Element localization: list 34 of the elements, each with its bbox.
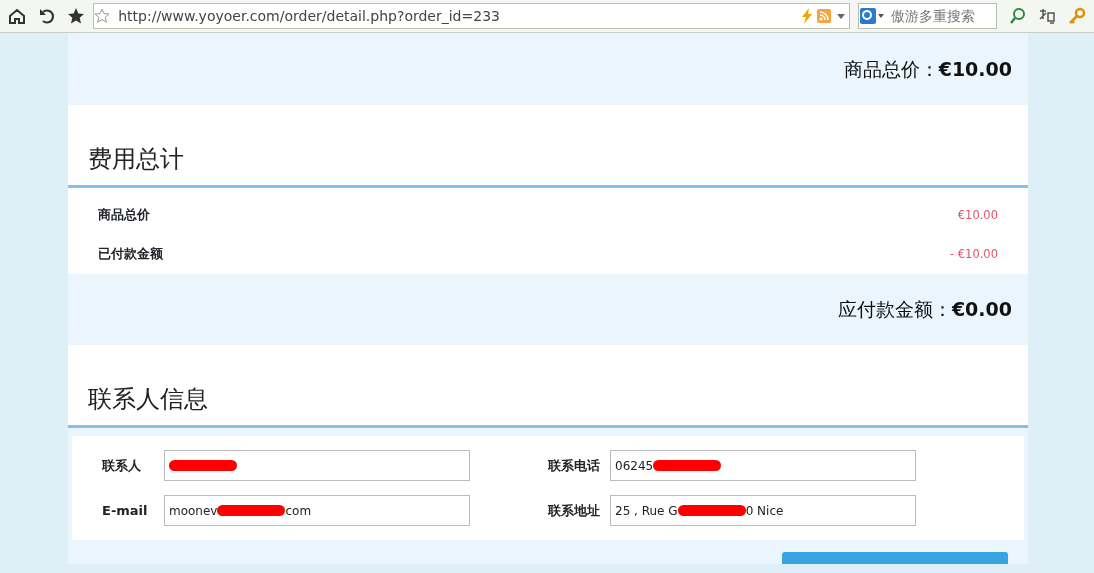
- input-field[interactable]: 25 , Rue G 0 Nice: [610, 495, 916, 526]
- fee-amount: €10.00: [957, 206, 998, 224]
- input-field[interactable]: moonev com: [164, 495, 470, 526]
- field-value: moonev: [169, 502, 218, 520]
- search-engine-icon[interactable]: [859, 7, 886, 25]
- field-label: 联系人: [102, 456, 142, 475]
- total-label: 商品总价：: [843, 56, 939, 82]
- field-label: 联系地址: [548, 501, 601, 520]
- url-text: http://www.yoyoer.com/order/detail.php?order_id=233: [118, 6, 501, 26]
- fee-label: 已付款金额: [98, 245, 163, 264]
- fee-label: 商品总价: [98, 206, 150, 225]
- star-icon[interactable]: [67, 7, 86, 25]
- home-icon[interactable]: [7, 7, 26, 25]
- amount-due-value: €0.00: [951, 297, 1012, 323]
- refresh-magnifier-icon[interactable]: [1008, 7, 1027, 25]
- amount-due-label: 应付款金额：: [837, 297, 952, 323]
- total-amount: €10.00: [938, 56, 1012, 82]
- input-field[interactable]: [164, 450, 470, 481]
- search-bar[interactable]: 傲游多重搜索: [858, 3, 997, 29]
- section-title: 费用总计: [87, 144, 185, 175]
- field-value: 06245: [615, 457, 654, 475]
- search-field[interactable]: 傲游多重搜索: [889, 4, 996, 28]
- address-bar[interactable]: http://www.yoyoer.com/order/detail.php?order_id=233: [93, 3, 851, 29]
- field-value: com: [285, 502, 312, 520]
- field-value: 25 , Rue G: [615, 502, 678, 520]
- bookmark-star-icon[interactable]: [94, 8, 111, 24]
- field-value: 0 Nice: [745, 502, 784, 520]
- field-label: E-mail: [102, 501, 149, 520]
- field-label: 联系电话: [548, 456, 601, 475]
- undo-icon[interactable]: [37, 7, 56, 25]
- key-icon[interactable]: [1068, 7, 1087, 25]
- input-field[interactable]: 06245: [610, 450, 916, 481]
- section-title: 联系人信息: [87, 384, 209, 415]
- fee-amount: - €10.00: [949, 245, 998, 263]
